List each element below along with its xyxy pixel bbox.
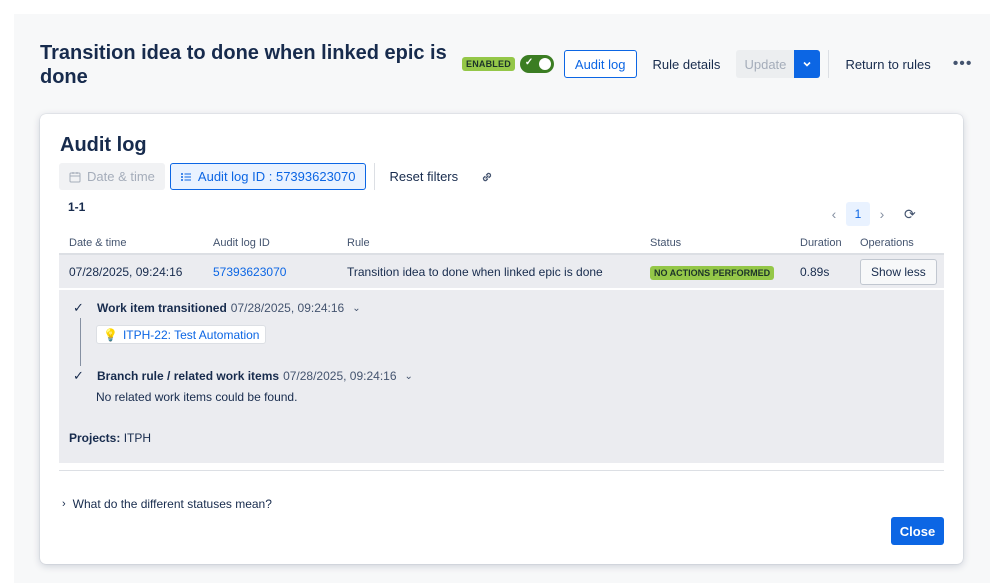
check-icon: ✓ (73, 368, 84, 383)
audit-id-filter-label: Audit log ID : 57393623070 (197, 169, 356, 184)
divider (59, 470, 944, 471)
pagination: ‹ 1 › ⟳ (824, 202, 916, 226)
date-time-filter[interactable]: Date & time (59, 163, 165, 190)
column-header: Date & time (59, 232, 203, 255)
page-title: Transition idea to done when linked epic… (40, 42, 447, 88)
step-timestamp: 07/28/2025, 09:24:16 (283, 369, 397, 383)
column-header: Operations (850, 232, 944, 255)
step-label: Work item transitioned (97, 301, 227, 315)
column-header: Rule (337, 232, 640, 255)
dialog-title: Audit log (60, 134, 147, 156)
table-row: 07/28/2025, 09:24:16 57393623070 Transit… (59, 254, 944, 288)
chevron-left-icon[interactable]: ‹ (824, 206, 844, 222)
timeline-line (80, 318, 81, 366)
status-badge: NO ACTIONS PERFORMED (650, 265, 775, 280)
toggle-knob (538, 58, 551, 70)
filter-bar: Date & time Audit log ID : 57393623070 R… (59, 163, 494, 190)
chevron-down-icon[interactable]: ⌄ (352, 303, 360, 314)
issue-link-chip[interactable]: 💡 ITPH-22: Test Automation (96, 325, 267, 344)
row-rule: Transition idea to done when linked epic… (337, 254, 640, 288)
no-related-message: No related work items could be found. (96, 390, 298, 404)
row-audit-id: 57393623070 (203, 254, 337, 288)
return-to-rules-button[interactable]: Return to rules (845, 57, 930, 72)
column-header: Duration (790, 232, 850, 255)
audit-log-dialog: Audit log Date & time Audit log ID : 573… (40, 114, 963, 564)
update-button-group: Update (736, 50, 821, 78)
audit-log-button[interactable]: Audit log (563, 50, 637, 78)
update-button[interactable]: Update (736, 50, 795, 78)
result-range: 1-1 (68, 200, 86, 214)
step-work-item-transitioned: ✓ Work item transitioned 07/28/2025, 09:… (73, 300, 361, 316)
rule-details-button[interactable]: Rule details (653, 57, 721, 72)
column-header: Status (640, 232, 790, 255)
header-actions: ENABLED ✓ Audit log Rule details Update … (462, 50, 973, 78)
page-current[interactable]: 1 (846, 202, 870, 226)
step-label: Branch rule / related work items (97, 369, 280, 383)
audit-details: ✓ Work item transitioned 07/28/2025, 09:… (59, 290, 944, 463)
step-branch-rule: ✓ Branch rule / related work items 07/28… (73, 368, 413, 384)
issue-label: ITPH-22: Test Automation (122, 327, 260, 342)
close-button[interactable]: Close (891, 517, 944, 545)
refresh-icon[interactable]: ⟳ (904, 206, 916, 223)
chevron-down-icon[interactable]: ⌄ (405, 371, 413, 382)
row-status: NO ACTIONS PERFORMED (640, 254, 790, 288)
step-timestamp: 07/28/2025, 09:24:16 (230, 301, 345, 315)
audit-id-link[interactable]: 57393623070 (213, 265, 286, 279)
lightbulb-icon: 💡 (103, 327, 118, 342)
check-icon: ✓ (524, 57, 534, 68)
chevron-right-icon: › (62, 498, 66, 510)
divider (828, 50, 830, 78)
audit-id-filter[interactable]: Audit log ID : 57393623070 (169, 163, 366, 190)
projects-value: ITPH (123, 431, 152, 445)
chevron-down-icon (803, 61, 812, 67)
divider (373, 163, 375, 190)
row-duration: 0.89s (790, 254, 850, 288)
chevron-right-icon[interactable]: › (872, 206, 892, 222)
row-operations: Show less (850, 254, 944, 288)
show-less-button[interactable]: Show less (860, 258, 937, 285)
statuses-faq-toggle[interactable]: › What do the different statuses mean? (62, 497, 272, 511)
more-horizontal-icon[interactable]: ••• (953, 55, 973, 73)
reset-filters-button[interactable]: Reset filters (390, 169, 459, 184)
check-icon: ✓ (73, 300, 84, 315)
column-header: Audit log ID (203, 232, 337, 255)
faq-label: What do the different statuses mean? (72, 497, 272, 511)
calendar-icon (69, 171, 81, 182)
link-icon[interactable] (480, 170, 494, 184)
update-dropdown-button[interactable] (794, 50, 821, 78)
projects-label: Projects: (69, 431, 121, 445)
rule-enabled-toggle[interactable]: ✓ (519, 55, 554, 73)
enabled-badge: ENABLED (462, 57, 515, 71)
audit-table: Date & time Audit log ID Rule Status Dur… (59, 232, 944, 288)
projects-info: Projects: ITPH (69, 431, 151, 445)
row-date: 07/28/2025, 09:24:16 (59, 254, 203, 288)
list-icon (180, 172, 191, 181)
date-filter-label: Date & time (87, 169, 155, 184)
